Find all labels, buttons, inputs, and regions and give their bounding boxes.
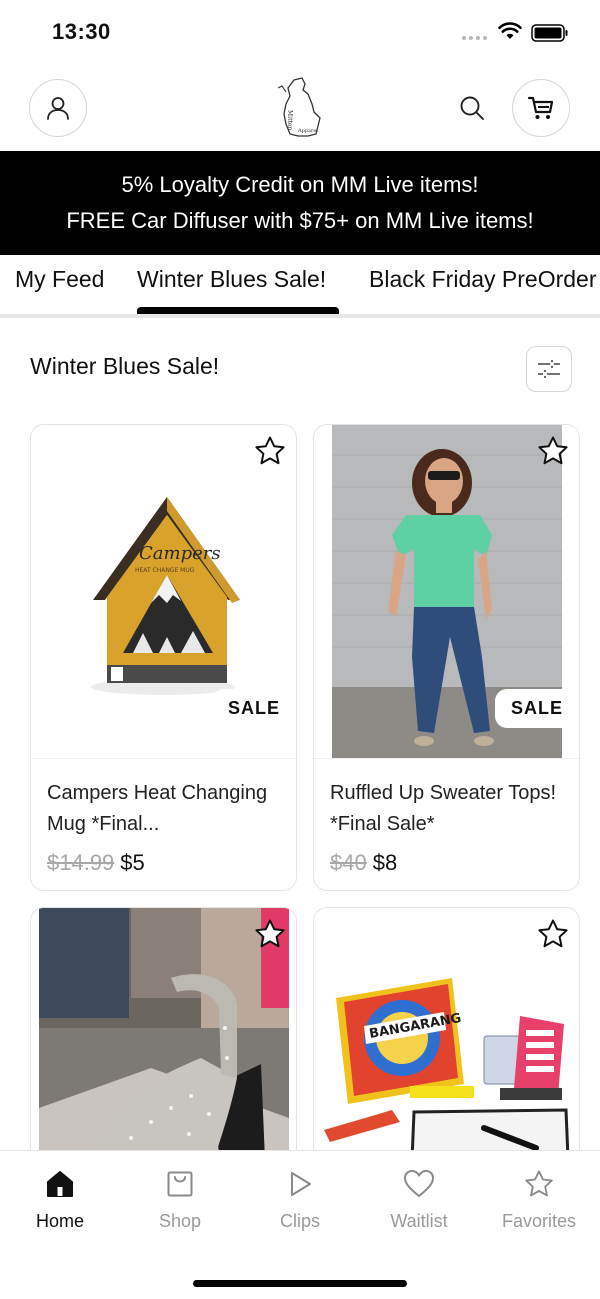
bag-icon bbox=[167, 1171, 193, 1197]
nav-favorites[interactable]: Favorites bbox=[489, 1169, 589, 1232]
bottom-navigation: Home Shop Clips Waitlist Favorites bbox=[0, 1150, 600, 1299]
michigan-map-logo: Mitten Apparel bbox=[277, 77, 321, 137]
sale-price: $5 bbox=[120, 850, 145, 875]
svg-text:Mitten: Mitten bbox=[286, 110, 293, 130]
nav-shop-label: Shop bbox=[158, 1211, 202, 1231]
star-icon bbox=[525, 1170, 553, 1197]
status-bar: 13:30 bbox=[0, 0, 600, 64]
filter-button[interactable] bbox=[526, 346, 572, 392]
sliders-icon bbox=[538, 360, 560, 378]
heart-icon bbox=[404, 1170, 434, 1197]
app-header: Mitten Apparel bbox=[0, 72, 600, 148]
product-card[interactable]: BANGARANG bbox=[313, 907, 580, 1167]
original-price: $14.99 bbox=[47, 850, 115, 875]
home-indicator bbox=[193, 1280, 407, 1287]
product-prices: $40 $8 bbox=[330, 850, 397, 876]
wifi-icon bbox=[498, 22, 522, 39]
tab-my-feed[interactable]: My Feed bbox=[15, 266, 104, 293]
product-card[interactable]: SALE Ruffled Up Sweater Tops! *Final Sal… bbox=[313, 424, 580, 891]
status-time: 13:30 bbox=[52, 19, 111, 44]
product-card[interactable]: Campers HEAT CHANGE MUG SALE Campers Hea… bbox=[30, 424, 297, 891]
nav-clips-label: Clips bbox=[279, 1211, 320, 1231]
search-button[interactable] bbox=[456, 92, 488, 124]
star-icon bbox=[538, 919, 568, 948]
cart-icon bbox=[527, 96, 554, 119]
signal-icon bbox=[462, 36, 487, 40]
sale-price: $8 bbox=[372, 850, 398, 875]
star-icon bbox=[255, 436, 285, 465]
nav-waitlist[interactable]: Waitlist bbox=[369, 1169, 469, 1232]
product-prices: $14.99 $5 bbox=[47, 850, 145, 876]
product-name[interactable]: Campers Heat Changing Mug *Final... bbox=[47, 778, 279, 840]
original-price: $40 bbox=[330, 850, 367, 875]
promo-line-2: FREE Car Diffuser with $75+ on MM Live i… bbox=[66, 208, 534, 233]
tab-black-friday-preorder[interactable]: Black Friday PreOrder bbox=[369, 266, 597, 293]
card-divider bbox=[31, 758, 296, 759]
favorite-star-button[interactable] bbox=[535, 433, 571, 469]
home-icon bbox=[47, 1171, 73, 1197]
nav-home[interactable]: Home bbox=[10, 1169, 110, 1232]
product-card[interactable] bbox=[30, 907, 297, 1167]
active-tab-indicator bbox=[137, 307, 339, 314]
svg-text:Apparel: Apparel bbox=[297, 128, 318, 134]
star-icon bbox=[255, 919, 285, 948]
promo-banner[interactable]: 5% Loyalty Credit on MM Live items! FREE… bbox=[0, 151, 600, 255]
card-divider bbox=[314, 758, 579, 759]
svg-text:HEAT CHANGE MUG: HEAT CHANGE MUG bbox=[135, 567, 195, 574]
account-button[interactable] bbox=[29, 79, 87, 137]
nav-favorites-label: Favorites bbox=[501, 1211, 577, 1231]
favorite-star-button[interactable] bbox=[535, 916, 571, 952]
nav-waitlist-label: Waitlist bbox=[390, 1211, 448, 1231]
star-icon bbox=[538, 436, 568, 465]
nav-home-label: Home bbox=[35, 1211, 84, 1231]
favorite-star-button[interactable] bbox=[252, 916, 288, 952]
section-title: Winter Blues Sale! bbox=[30, 353, 220, 379]
person-icon bbox=[47, 97, 69, 120]
product-name[interactable]: Ruffled Up Sweater Tops! *Final Sale* bbox=[330, 778, 562, 840]
cart-button[interactable] bbox=[512, 79, 570, 137]
category-tabs: My Feed Winter Blues Sale! Black Friday … bbox=[0, 256, 600, 318]
nav-shop[interactable]: Shop bbox=[130, 1169, 230, 1232]
sale-badge: SALE bbox=[494, 689, 579, 728]
tab-winter-blues-sale[interactable]: Winter Blues Sale! bbox=[137, 266, 326, 293]
svg-text:Campers: Campers bbox=[139, 543, 221, 564]
battery-icon bbox=[531, 24, 568, 42]
promo-line-1: 5% Loyalty Credit on MM Live items! bbox=[121, 172, 479, 197]
search-icon bbox=[460, 96, 484, 120]
favorite-star-button[interactable] bbox=[252, 433, 288, 469]
play-icon bbox=[291, 1172, 311, 1196]
sale-badge: SALE bbox=[211, 689, 296, 728]
nav-clips[interactable]: Clips bbox=[250, 1169, 350, 1232]
